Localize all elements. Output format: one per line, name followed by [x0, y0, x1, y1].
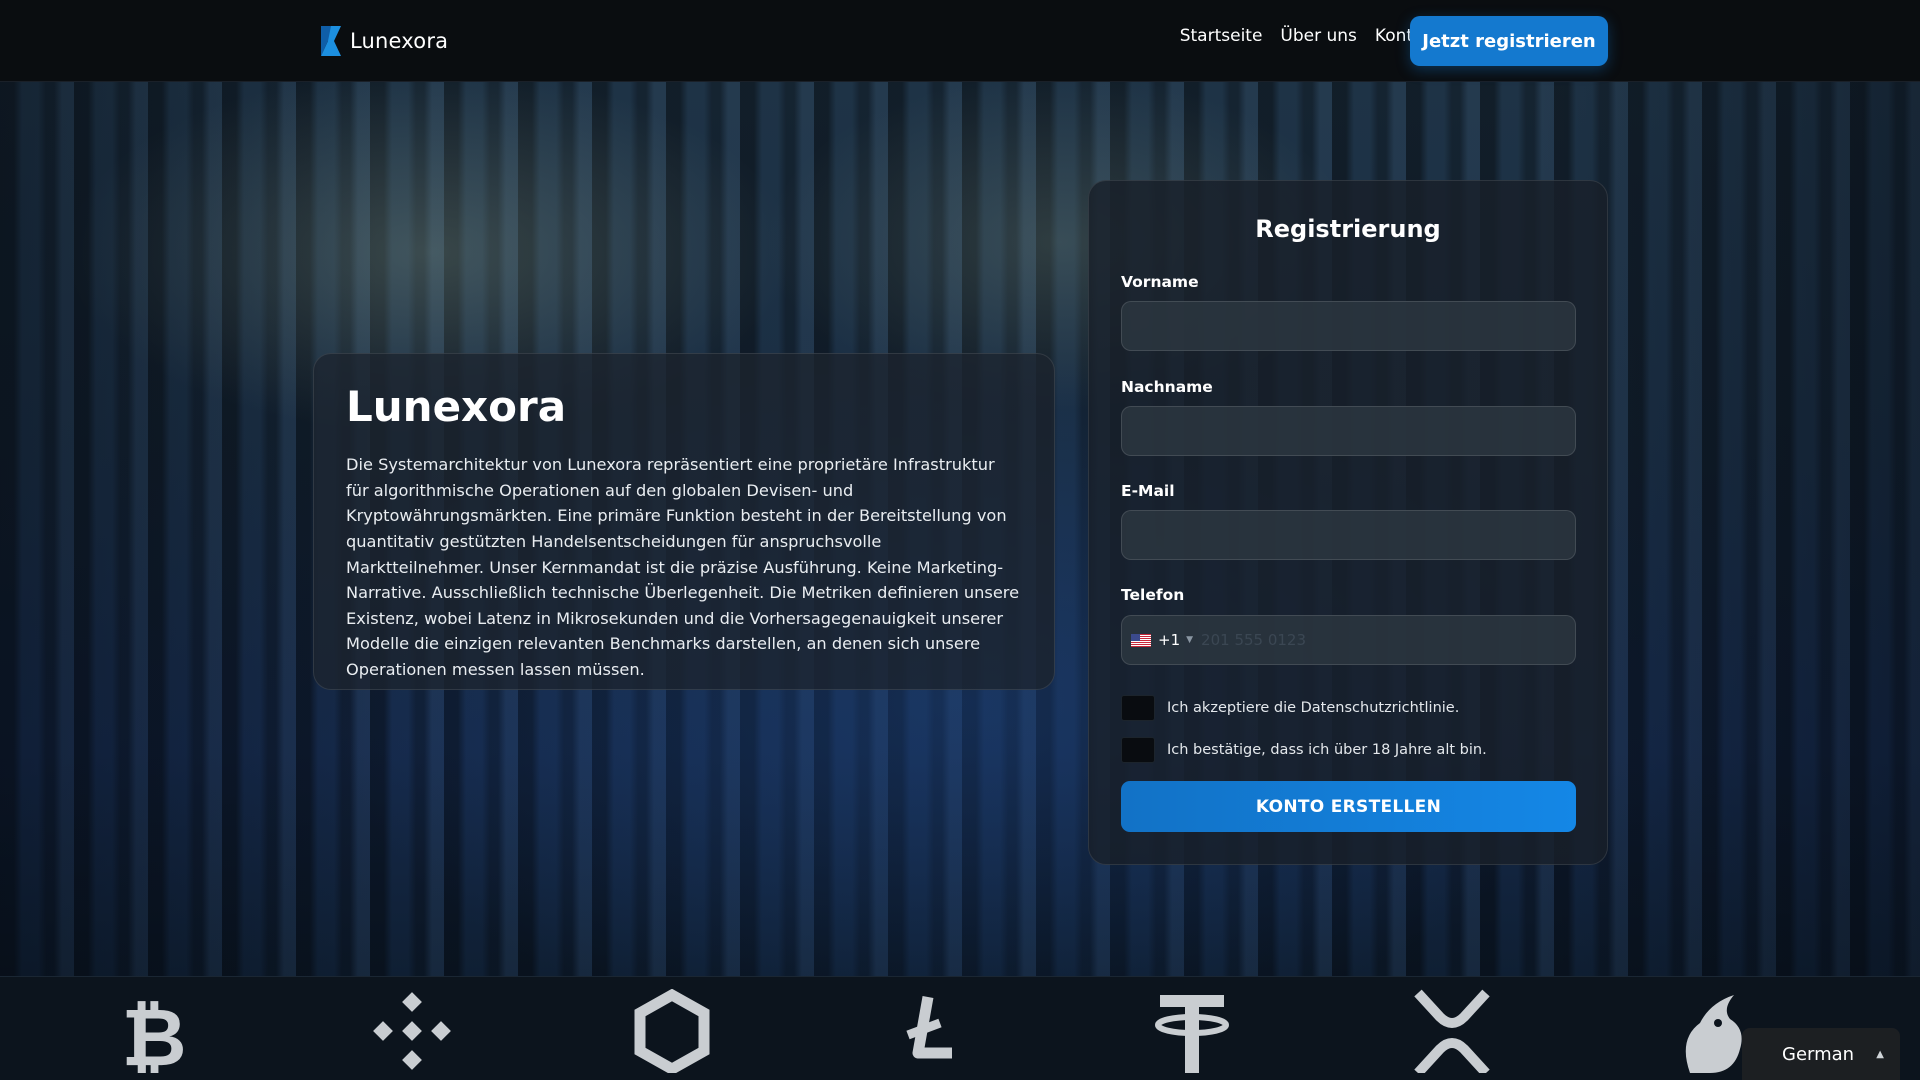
- privacy-checkbox[interactable]: [1121, 695, 1155, 721]
- country-code-select[interactable]: +1 ▼: [1122, 616, 1193, 664]
- xrp-icon: [1410, 989, 1494, 1073]
- litecoin-icon: [890, 989, 974, 1073]
- chainlink-icon: [630, 989, 714, 1073]
- first-name-field[interactable]: [1121, 301, 1576, 351]
- age-checkbox-row: Ich bestätige, dass ich über 18 Jahre al…: [1121, 737, 1487, 763]
- privacy-checkbox-row: Ich akzeptiere die Datenschutzrichtlinie…: [1121, 695, 1459, 721]
- tether-icon: [1150, 989, 1234, 1073]
- crypto-logo-strip: ₿: [0, 976, 1920, 1080]
- registration-title: Registrierung: [1255, 215, 1441, 243]
- nav-link-ueber-uns[interactable]: Über uns: [1280, 26, 1357, 46]
- dial-code: +1: [1158, 631, 1181, 649]
- registration-form: Registrierung Vorname Nachname E-Mail Te…: [1088, 180, 1608, 865]
- svg-text:₿: ₿: [121, 991, 186, 1073]
- chevron-up-icon: ▲: [1876, 1048, 1884, 1060]
- brand-name: Lunexora: [350, 29, 449, 53]
- bitcoin-icon: ₿: [112, 989, 196, 1073]
- info-title: Lunexora: [346, 382, 567, 431]
- main-nav: Startseite Über uns Kontakt: [1180, 24, 1440, 48]
- language-selector[interactable]: German ▲: [1742, 1028, 1900, 1080]
- brand[interactable]: Lunexora: [320, 24, 448, 58]
- info-card: Lunexora Die Systemarchitektur von Lunex…: [313, 353, 1055, 690]
- last-name-field[interactable]: [1121, 406, 1576, 456]
- phone-label: Telefon: [1121, 586, 1185, 604]
- info-description: Die Systemarchitektur von Lunexora reprä…: [346, 455, 1020, 679]
- site-header: Lunexora Startseite Über uns Kontakt Jet…: [0, 0, 1920, 82]
- nav-link-startseite[interactable]: Startseite: [1180, 26, 1263, 46]
- us-flag-icon: [1131, 633, 1151, 647]
- age-checkbox-label: Ich bestätige, dass ich über 18 Jahre al…: [1167, 742, 1487, 758]
- privacy-checkbox-label: Ich akzeptiere die Datenschutzrichtlinie…: [1167, 700, 1460, 716]
- email-label: E-Mail: [1121, 482, 1175, 500]
- language-label: German: [1782, 1043, 1855, 1065]
- phone-field-wrapper: +1 ▼: [1121, 615, 1576, 665]
- first-name-label: Vorname: [1121, 273, 1199, 291]
- last-name-label: Nachname: [1121, 378, 1213, 396]
- create-account-button[interactable]: KONTO ERSTELLEN: [1121, 781, 1576, 832]
- lunexora-logo-icon: [321, 26, 341, 56]
- email-field[interactable]: [1121, 510, 1576, 560]
- phone-field[interactable]: [1193, 616, 1575, 664]
- chevron-down-icon: ▼: [1186, 635, 1194, 645]
- age-checkbox[interactable]: [1121, 737, 1155, 763]
- register-now-button[interactable]: Jetzt registrieren: [1410, 16, 1608, 66]
- binance-icon: [370, 989, 454, 1073]
